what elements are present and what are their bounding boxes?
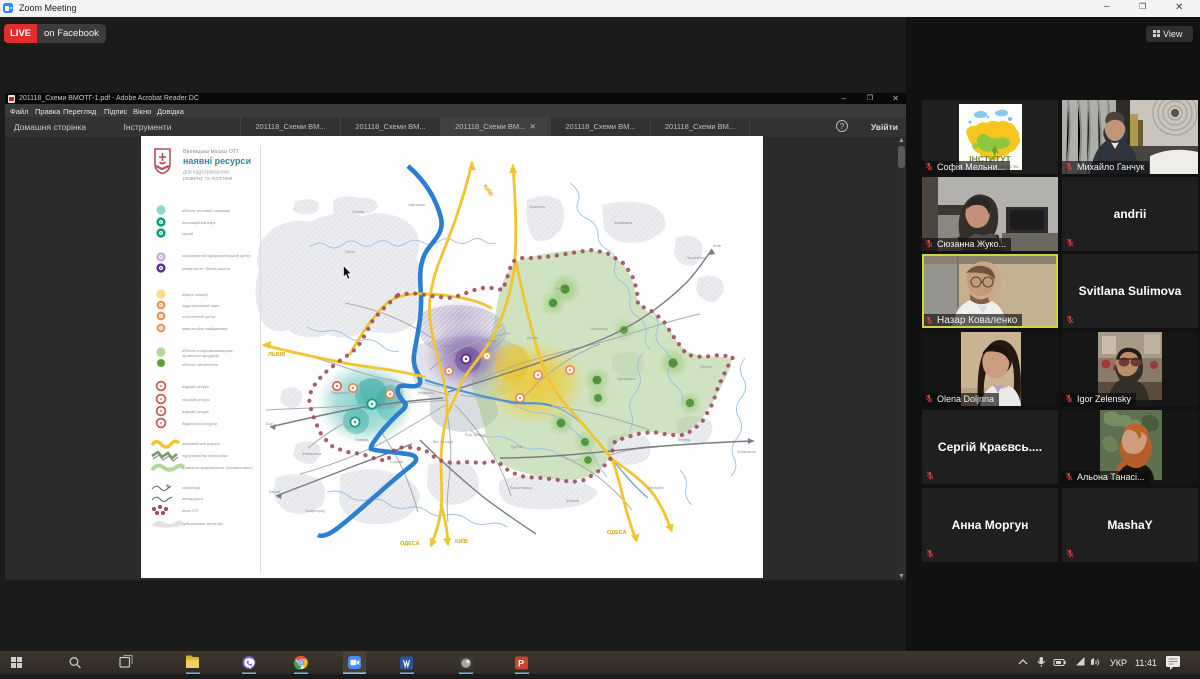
svg-text:об'єкти озеленення: об'єкти озеленення [182, 362, 218, 367]
svg-text:інноваційний парк: інноваційний парк [182, 220, 216, 225]
svg-text:Бар: Бар [266, 421, 274, 426]
svg-text:11:41: 11:41 [1135, 658, 1157, 668]
svg-text:Шпиків: Шпиків [566, 498, 579, 503]
svg-text:наявні ресурси: наявні ресурси [183, 156, 251, 166]
svg-text:для індустріального: для індустріального [183, 170, 229, 176]
svg-text:Козятин: Козятин [530, 204, 545, 209]
svg-text:Вор.хутори: Вор.хутори [465, 432, 486, 437]
svg-text:КИЇВ: КИЇВ [481, 183, 494, 198]
svg-text:Київ: Київ [713, 243, 721, 248]
svg-text:Погребище: Погребище [686, 255, 708, 260]
svg-text:водний ресурс: водний ресурс [182, 384, 209, 389]
svg-text:Хмільник: Хмільник [408, 202, 425, 207]
svg-text:автодороги: автодороги [182, 496, 203, 501]
svg-text:Лукашівка: Лукашівка [617, 376, 637, 381]
svg-text:логістичний центр: логістичний центр [182, 314, 216, 319]
svg-text:індустріальний парк: індустріальний парк [182, 303, 219, 308]
svg-text:Вінницька міська ОТГ: Вінницька міська ОТГ [183, 149, 239, 155]
svg-text:Вінниця: Вінниця [481, 338, 496, 343]
svg-text:Він.Хутори: Він.Хутори [433, 439, 453, 444]
svg-text:Іллінці: Іллінці [678, 437, 690, 442]
svg-text:межі ОТГ: межі ОТГ [182, 508, 200, 513]
svg-text:Десна: Десна [527, 335, 539, 340]
svg-text:органічної продукції: органічної продукції [182, 353, 220, 358]
svg-text:Літин: Літин [345, 249, 355, 254]
svg-text:музей: музей [182, 231, 193, 236]
svg-text:розвитку та логістики: розвитку та логістики [183, 176, 233, 182]
svg-text:Знам'янка: Знам'янка [737, 449, 757, 454]
svg-text:Стрижавка: Стрижавка [440, 343, 461, 348]
svg-text:Липовець: Липовець [590, 326, 608, 331]
svg-text:Шаргород: Шаргород [306, 508, 325, 513]
svg-text:Оратів: Оратів [700, 364, 712, 369]
svg-text:P: P [518, 659, 524, 669]
svg-text:залізниця: залізниця [182, 485, 200, 490]
svg-text:лісовий ресурс: лісовий ресурс [182, 397, 210, 402]
svg-text:підприємства переробки: підприємства переробки [182, 453, 228, 458]
svg-text:урбанізовані території: урбанізовані території [182, 521, 224, 526]
svg-text:автомобільні дороги: автомобільні дороги [182, 441, 220, 446]
svg-text:інвестиційні майданчики: інвестиційні майданчики [182, 326, 227, 331]
svg-text:Сутиски: Сутиски [390, 460, 403, 464]
svg-text:Тиврів: Тиврів [268, 489, 280, 494]
svg-text:КИЇВ: КИЇВ [455, 538, 468, 545]
svg-text:оформлений підприємницький цен: оформлений підприємницький центр [182, 253, 252, 258]
svg-text:Гнівань: Гнівань [355, 437, 369, 442]
svg-text:водний ресурс: водний ресурс [182, 409, 209, 414]
svg-text:ОДЕСА: ОДЕСА [607, 530, 627, 536]
svg-text:Янів: Янів [555, 286, 563, 291]
svg-text:УКР: УКР [1110, 658, 1127, 668]
svg-text:Турбів: Турбів [510, 444, 522, 449]
svg-text:Уланів: Уланів [352, 209, 364, 214]
svg-text:ЛЬВІВ: ЛЬВІВ [268, 352, 285, 358]
svg-text:розвиток продовольчої промисло: розвиток продовольчої промисловості [182, 465, 253, 470]
svg-text:Вороновиця: Вороновиця [510, 485, 533, 490]
svg-text:Калинівка: Калинівка [614, 220, 633, 225]
svg-text:ОДЕСА: ОДЕСА [400, 541, 420, 547]
svg-text:університет, бізнес-школа: університет, бізнес-школа [182, 266, 231, 271]
svg-text:Меджибіж: Меджибіж [418, 391, 435, 395]
svg-text:офісні локації: офісні локації [182, 292, 208, 297]
svg-text:Жмеринка: Жмеринка [302, 451, 322, 456]
svg-text:Тютьки: Тютьки [345, 424, 358, 429]
svg-text:Якушинці: Якушинці [331, 390, 349, 395]
svg-text:будівельні ресурси: будівельні ресурси [182, 421, 217, 426]
svg-text:Немирів: Немирів [648, 485, 663, 490]
svg-text:об'єкти теплової генерації: об'єкти теплової генерації [182, 208, 231, 213]
